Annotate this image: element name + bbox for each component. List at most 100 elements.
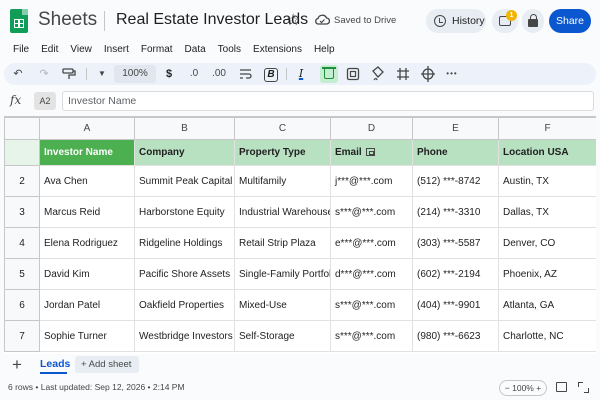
cell-property-type[interactable]: Mixed-Use [234, 289, 331, 321]
cell-phone[interactable]: (602) ***-2194 [412, 258, 499, 290]
share-button[interactable]: Share [549, 9, 591, 33]
column-header-c[interactable]: C [234, 117, 331, 140]
column-header-a[interactable]: A [39, 117, 135, 140]
cell-company[interactable]: Summit Peak Capital [134, 165, 235, 197]
cell-company[interactable]: Harborstone Equity [134, 196, 235, 228]
menu-tools[interactable]: Tools [218, 41, 241, 59]
add-sheet-button[interactable]: + Add sheet [75, 356, 139, 373]
paint-format-icon[interactable] [62, 63, 76, 85]
row-header[interactable] [4, 139, 40, 166]
lock-icon [528, 14, 538, 27]
row-header[interactable]: 4 [4, 227, 40, 259]
cell-email[interactable]: j***@***.com [330, 165, 413, 197]
header-cell-email[interactable]: Email [330, 139, 413, 166]
name-box[interactable]: A2 [34, 92, 56, 110]
star-icon[interactable]: ☆ [286, 10, 300, 30]
history-button[interactable]: History [426, 9, 486, 33]
header-cell-company[interactable]: Company [134, 139, 235, 166]
cell-email[interactable]: s***@***.com [330, 320, 413, 352]
cell-phone[interactable]: (303) ***-5587 [412, 227, 499, 259]
align-icon[interactable] [420, 63, 436, 85]
header-cell-investor-name[interactable]: Investor Name [39, 139, 135, 166]
cell-company[interactable]: Pacific Shore Assets [134, 258, 235, 290]
column-header-e[interactable]: E [412, 117, 499, 140]
toolbar: ↶ ↷ ▼ 100% $ .0 .00 B I ••• [4, 63, 596, 85]
more-options-button[interactable]: ••• [444, 63, 460, 85]
header-cell-phone[interactable]: Phone [412, 139, 499, 166]
cell-location[interactable]: Charlotte, NC [498, 320, 596, 352]
menu-data[interactable]: Data [185, 41, 206, 59]
redo-icon[interactable]: ↷ [36, 63, 52, 85]
cell-company[interactable]: Oakfield Properties [134, 289, 235, 321]
row-header[interactable]: 5 [4, 258, 40, 290]
cell-property-type[interactable]: Industrial Warehouse [234, 196, 331, 228]
cell-email[interactable]: e***@***.com [330, 227, 413, 259]
cell-investor-name[interactable]: David Kim [39, 258, 135, 290]
column-header-b[interactable]: B [134, 117, 235, 140]
cell-location[interactable]: Denver, CO [498, 227, 596, 259]
document-title[interactable]: Real Estate Investor Leads [116, 11, 308, 29]
cell-property-type[interactable]: Retail Strip Plaza [234, 227, 331, 259]
cell-phone[interactable]: (512) ***-8742 [412, 165, 499, 197]
select-all-corner[interactable] [4, 117, 40, 140]
undo-icon[interactable]: ↶ [10, 63, 26, 85]
cell-investor-name[interactable]: Elena Rodriguez [39, 227, 135, 259]
cell-email[interactable]: s***@***.com [330, 289, 413, 321]
menu-format[interactable]: Format [141, 41, 173, 59]
text-wrap-icon[interactable] [238, 63, 254, 85]
cell-property-type[interactable]: Self-Storage [234, 320, 331, 352]
fill-color-button[interactable] [320, 65, 338, 83]
cell-location[interactable]: Atlanta, GA [498, 289, 596, 321]
increase-decimal-button[interactable]: .00 [209, 63, 229, 85]
menu-extensions[interactable]: Extensions [253, 41, 302, 59]
cell-property-type[interactable]: Multifamily [234, 165, 331, 197]
bold-button[interactable]: B [264, 63, 278, 85]
zoom-dropdown-icon[interactable]: ▼ [96, 63, 108, 85]
comments-button[interactable]: 1 [492, 9, 518, 33]
row-header[interactable]: 2 [4, 165, 40, 197]
add-sheet-plus-icon[interactable]: + [12, 355, 22, 375]
cell-phone[interactable]: (404) ***-9901 [412, 289, 499, 321]
menu-help[interactable]: Help [314, 41, 335, 59]
row-header[interactable]: 6 [4, 289, 40, 321]
row-header[interactable]: 3 [4, 196, 40, 228]
cell-property-type[interactable]: Single-Family Portfolio [234, 258, 331, 290]
cell-phone[interactable]: (214) ***-3310 [412, 196, 499, 228]
cell-investor-name[interactable]: Ava Chen [39, 165, 135, 197]
formula-input[interactable]: Investor Name [62, 91, 594, 111]
cell-email[interactable]: d***@***.com [330, 258, 413, 290]
fullscreen-icon[interactable] [578, 382, 589, 393]
decrease-decimal-button[interactable]: .0 [186, 63, 202, 85]
fit-to-width-icon[interactable] [556, 382, 567, 392]
lock-button[interactable] [522, 9, 544, 33]
cell-email[interactable]: s***@***.com [330, 196, 413, 228]
menu-insert[interactable]: Insert [104, 41, 129, 59]
row-header[interactable]: 7 [4, 320, 40, 352]
text-color-button[interactable]: I [294, 63, 308, 85]
zoom-control[interactable]: − 100% + [499, 380, 547, 396]
header-cell-location[interactable]: Location USA [498, 139, 596, 166]
cell-investor-name[interactable]: Jordan Patel [39, 289, 135, 321]
cell-company[interactable]: Ridgeline Holdings [134, 227, 235, 259]
cell-company[interactable]: Westbridge Investors [134, 320, 235, 352]
cell-location[interactable]: Austin, TX [498, 165, 596, 197]
header-cell-property-type[interactable]: Property Type [234, 139, 331, 166]
menu-edit[interactable]: Edit [41, 41, 58, 59]
cell-investor-name[interactable]: Sophie Turner [39, 320, 135, 352]
cell-investor-name[interactable]: Marcus Reid [39, 196, 135, 228]
merge-cells-icon[interactable] [396, 63, 410, 85]
zoom-select[interactable]: 100% [114, 65, 156, 83]
column-header-d[interactable]: D [330, 117, 413, 140]
borders-icon[interactable] [346, 63, 360, 85]
smart-chip-icon[interactable] [365, 148, 375, 157]
cell-location[interactable]: Dallas, TX [498, 196, 596, 228]
sheets-logo-icon[interactable] [10, 9, 28, 33]
sheet-tab-leads[interactable]: Leads [40, 358, 70, 370]
column-header-f[interactable]: F [498, 117, 596, 140]
cell-phone[interactable]: (980) ***-6623 [412, 320, 499, 352]
cell-location[interactable]: Phoenix, AZ [498, 258, 596, 290]
menu-file[interactable]: File [13, 41, 29, 59]
menu-view[interactable]: View [70, 41, 92, 59]
currency-format-button[interactable]: $ [162, 63, 176, 85]
conditional-format-icon[interactable] [370, 63, 386, 85]
